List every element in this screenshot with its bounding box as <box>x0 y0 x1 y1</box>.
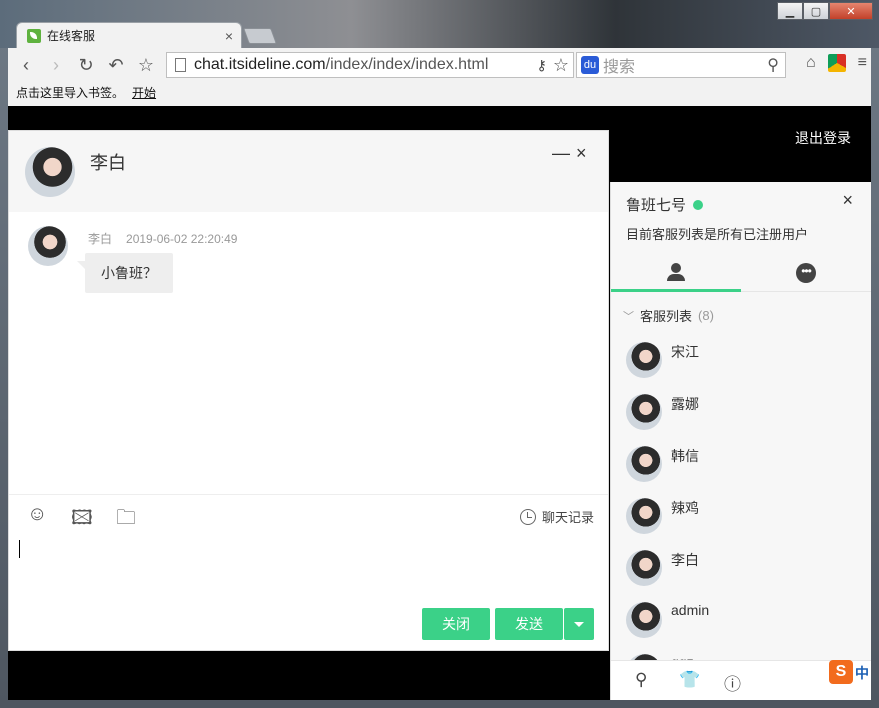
list-item[interactable]: 韩信 <box>611 440 871 492</box>
chevron-down-icon: ﹀ <box>623 310 634 323</box>
browser-tab[interactable]: 在线客服 × <box>16 22 242 48</box>
chat-toolbar: ☺ 🖾 🗀 聊天记录 <box>9 494 608 532</box>
contacts-panel: 鲁班七号 × 目前客服列表是所有已注册用户 ••• ﹀ 客服列表 (8) 宋江 <box>610 182 871 700</box>
contact-avatar <box>626 550 662 586</box>
reload-icon[interactable]: ↻ <box>74 55 98 76</box>
close-chat-button[interactable]: 关闭 <box>422 608 490 640</box>
current-username: 鲁班七号 <box>626 197 687 214</box>
forward-icon[interactable]: › <box>44 55 68 76</box>
list-item[interactable]: 宋江 <box>611 336 871 388</box>
info-icon[interactable]: ⓘ <box>724 670 741 695</box>
leaf-favicon-icon <box>27 28 41 43</box>
message-list: 李白 2019-06-02 22:20:49 小鲁班？ <box>9 212 608 494</box>
new-tab-button[interactable] <box>243 28 277 44</box>
panel-close-icon[interactable]: × <box>842 190 853 211</box>
chat-header: 李白 — × <box>9 131 608 212</box>
tab-title: 在线客服 <box>47 29 96 43</box>
contact-avatar <box>626 602 662 638</box>
bookmark-hint: 点击这里导入书签。 <box>16 86 125 100</box>
search-icon[interactable]: ⚲ <box>767 55 779 75</box>
contact-name: 露娜 <box>671 396 699 412</box>
contact-name: admin <box>671 602 710 618</box>
undo-icon[interactable]: ↶ <box>104 55 128 76</box>
window-controls: ▁ ▢ ✕ <box>777 2 873 20</box>
contact-group-header[interactable]: ﹀ 客服列表 (8) <box>623 306 714 325</box>
contact-list: 宋江 露娜 韩信 辣鸡 李白 admin ggz <box>611 332 871 662</box>
contact-name: 辣鸡 <box>671 500 699 516</box>
list-item[interactable]: 露娜 <box>611 388 871 440</box>
minimize-icon[interactable]: — <box>552 143 570 164</box>
url-text: chat.itsideline.com/index/index/index.ht… <box>194 56 537 74</box>
online-status-dot <box>693 199 704 210</box>
search-input[interactable]: 搜索 <box>603 53 767 77</box>
toolbar-right: ⌂ ≡ <box>794 54 867 72</box>
browser-titlebar: 在线客服 × ▁ ▢ ✕ <box>0 0 879 48</box>
peer-avatar <box>25 147 75 197</box>
send-button[interactable]: 发送 <box>495 608 563 640</box>
page-icon <box>175 58 186 72</box>
chat-bubble-icon: ••• <box>796 263 816 283</box>
contact-avatar <box>626 394 662 430</box>
contact-name: 李白 <box>671 552 699 568</box>
contact-avatar <box>626 498 662 534</box>
emoji-icon[interactable]: ☺ <box>27 503 47 526</box>
minimize-window-button[interactable]: ▁ <box>777 2 803 20</box>
menu-icon[interactable]: ≡ <box>858 54 867 72</box>
basket-icon[interactable]: ⌂ <box>806 54 816 72</box>
logout-link[interactable]: 退出登录 <box>795 128 851 148</box>
back-icon[interactable]: ‹ <box>14 55 38 76</box>
search-icon[interactable]: ⚲ <box>635 670 647 690</box>
extension-icon[interactable] <box>827 54 846 72</box>
browser-toolbar: ‹ › ↻ ↶ ☆ chat.itsideline.com/index/inde… <box>8 48 871 82</box>
key-icon[interactable]: ⚷ <box>537 57 547 74</box>
message-bubble: 小鲁班？ <box>77 253 173 293</box>
group-name: 客服列表 <box>640 309 693 324</box>
group-count: (8) <box>698 308 714 323</box>
list-item[interactable]: admin <box>611 596 871 648</box>
page-content: 退出登录 李白 — × 李白 2019-06-02 22:20:49 小鲁班？ ☺… <box>8 106 871 700</box>
user-signature: 目前客服列表是所有已注册用户 <box>626 227 809 242</box>
contact-name: 韩信 <box>671 448 699 464</box>
ime-mode-icon[interactable]: 中 <box>855 663 869 683</box>
list-item[interactable]: 辣鸡 <box>611 492 871 544</box>
message-input[interactable] <box>9 532 608 602</box>
maximize-window-button[interactable]: ▢ <box>803 2 829 20</box>
send-options-dropdown[interactable] <box>564 608 594 640</box>
bookmarks-bar: 点击这里导入书签。 开始 <box>8 82 871 106</box>
contact-avatar <box>626 446 662 482</box>
close-window-button[interactable]: ✕ <box>829 2 873 20</box>
skin-shirt-icon[interactable]: 👕 <box>679 670 700 690</box>
current-user: 鲁班七号 <box>626 194 704 215</box>
bookmark-star-icon[interactable]: ☆ <box>134 55 158 76</box>
peer-name: 李白 <box>90 153 126 173</box>
contact-name: 宋江 <box>671 344 699 360</box>
history-label: 聊天记录 <box>541 510 594 525</box>
tab-conversations[interactable]: ••• <box>741 254 871 292</box>
chat-window: 李白 — × 李白 2019-06-02 22:20:49 小鲁班？ ☺ 🖾 🗀 … <box>8 130 609 651</box>
panel-tabs: ••• <box>611 254 871 292</box>
favorite-star-icon[interactable]: ☆ <box>553 55 569 76</box>
message-avatar <box>28 226 68 266</box>
bookmark-start-link[interactable]: 开始 <box>132 86 156 100</box>
message-time: 2019-06-02 22:20:49 <box>126 232 238 246</box>
tab-contacts[interactable] <box>611 254 741 292</box>
chat-history-button[interactable]: 聊天记录 <box>519 507 594 526</box>
person-icon <box>667 262 685 281</box>
close-icon[interactable]: × <box>576 143 587 164</box>
clock-icon <box>519 508 536 525</box>
address-bar[interactable]: chat.itsideline.com/index/index/index.ht… <box>166 52 574 78</box>
url-host: chat.itsideline.com <box>194 56 326 73</box>
baidu-paw-icon: du <box>581 56 599 74</box>
message-meta: 李白 2019-06-02 22:20:49 <box>88 230 237 247</box>
url-path: /index/index/index.html <box>325 56 489 73</box>
search-box[interactable]: du 搜索 ⚲ <box>576 52 786 78</box>
text-caret <box>19 540 20 558</box>
list-item[interactable]: 李白 <box>611 544 871 596</box>
ime-logo-icon[interactable]: S <box>829 660 853 684</box>
contact-avatar <box>626 342 662 378</box>
message-sender: 李白 <box>88 232 113 246</box>
tab-close-icon[interactable]: × <box>225 28 233 44</box>
